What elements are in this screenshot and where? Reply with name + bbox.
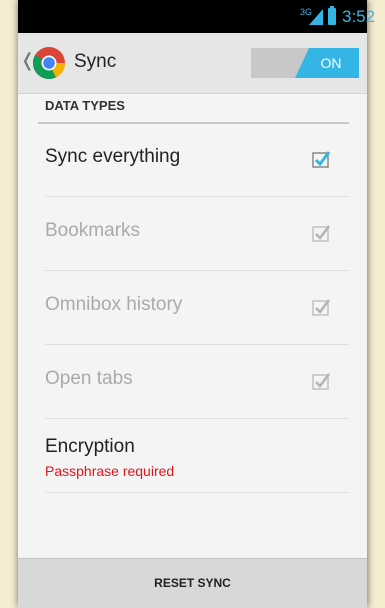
sync-toggle[interactable]: ON [251, 48, 359, 78]
status-bar: 3G 3:52 [18, 0, 375, 33]
action-bar: ❬ Sync ON [18, 33, 367, 94]
item-label: Bookmarks [45, 220, 141, 241]
checkbox-checked-icon[interactable] [311, 149, 331, 169]
section-header: DATA TYPES [38, 96, 349, 124]
clock: 3:52 [342, 7, 376, 26]
list-item-encryption[interactable]: Encryption Passphrase required [45, 420, 349, 493]
item-label: Sync everything [45, 146, 181, 167]
checkbox-checked-icon[interactable] [311, 297, 331, 317]
checkbox-checked-icon[interactable] [311, 371, 331, 391]
battery-icon [328, 6, 336, 25]
phone-screen: 3G 3:52 ❬ Sync ON DATA TYPES Sync everyt… [18, 0, 375, 608]
list-item-sync-everything[interactable]: Sync everything [45, 124, 349, 197]
reset-sync-button[interactable]: RESET SYNC [18, 558, 367, 608]
sync-toggle-on-label: ON [295, 48, 359, 78]
item-label: Omnibox history [45, 294, 183, 315]
reset-sync-label: RESET SYNC [154, 576, 231, 590]
chrome-logo-icon[interactable] [32, 46, 66, 80]
encryption-label: Encryption [45, 436, 135, 457]
encryption-status: Passphrase required [45, 463, 175, 479]
item-label: Open tabs [45, 368, 133, 389]
list-item-open-tabs[interactable]: Open tabs [45, 346, 349, 419]
list-item-omnibox-history[interactable]: Omnibox history [45, 272, 349, 345]
list-item-bookmarks[interactable]: Bookmarks [45, 198, 349, 271]
signal-icon [309, 9, 323, 25]
checkbox-checked-icon[interactable] [311, 223, 331, 243]
page-title: Sync [74, 51, 117, 72]
